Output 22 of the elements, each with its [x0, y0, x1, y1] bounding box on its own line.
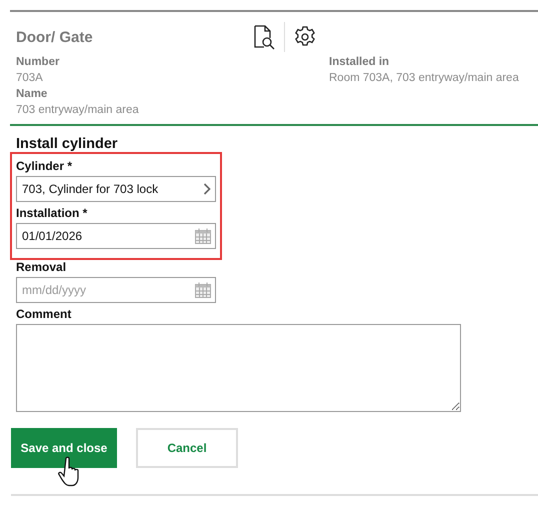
detail-value: 703 entryway/main area: [16, 104, 140, 116]
cancel-button[interactable]: Cancel: [136, 428, 238, 468]
field-label: Comment: [16, 307, 72, 321]
section-title: Door/ Gate: [16, 28, 94, 46]
calendar-icon: [195, 282, 211, 298]
field-label: Cylinder *: [16, 159, 74, 173]
calendar-icon: [195, 228, 211, 244]
cylinder-select[interactable]: 703, Cylinder for 703 lock: [16, 176, 216, 202]
detail-label: Installed in: [329, 56, 390, 68]
detail-value: 703A: [16, 72, 44, 84]
date-field[interactable]: mm/dd/yyyy: [16, 277, 216, 303]
save-button[interactable]: Save and close: [11, 428, 117, 468]
document-search-icon[interactable]: [252, 24, 276, 50]
field-label: Installation *: [16, 206, 88, 220]
date-field[interactable]: 01/01/2026: [16, 223, 216, 249]
detail-label: Name: [16, 88, 48, 100]
detail-value: Room 703A, 703 entryway/main area: [329, 72, 520, 84]
field-label: Removal: [16, 260, 68, 274]
chevron-right-icon: [203, 183, 211, 195]
comment-field[interactable]: [16, 324, 461, 412]
detail-label: Number: [16, 56, 60, 68]
form-title: Install cylinder: [16, 136, 119, 152]
